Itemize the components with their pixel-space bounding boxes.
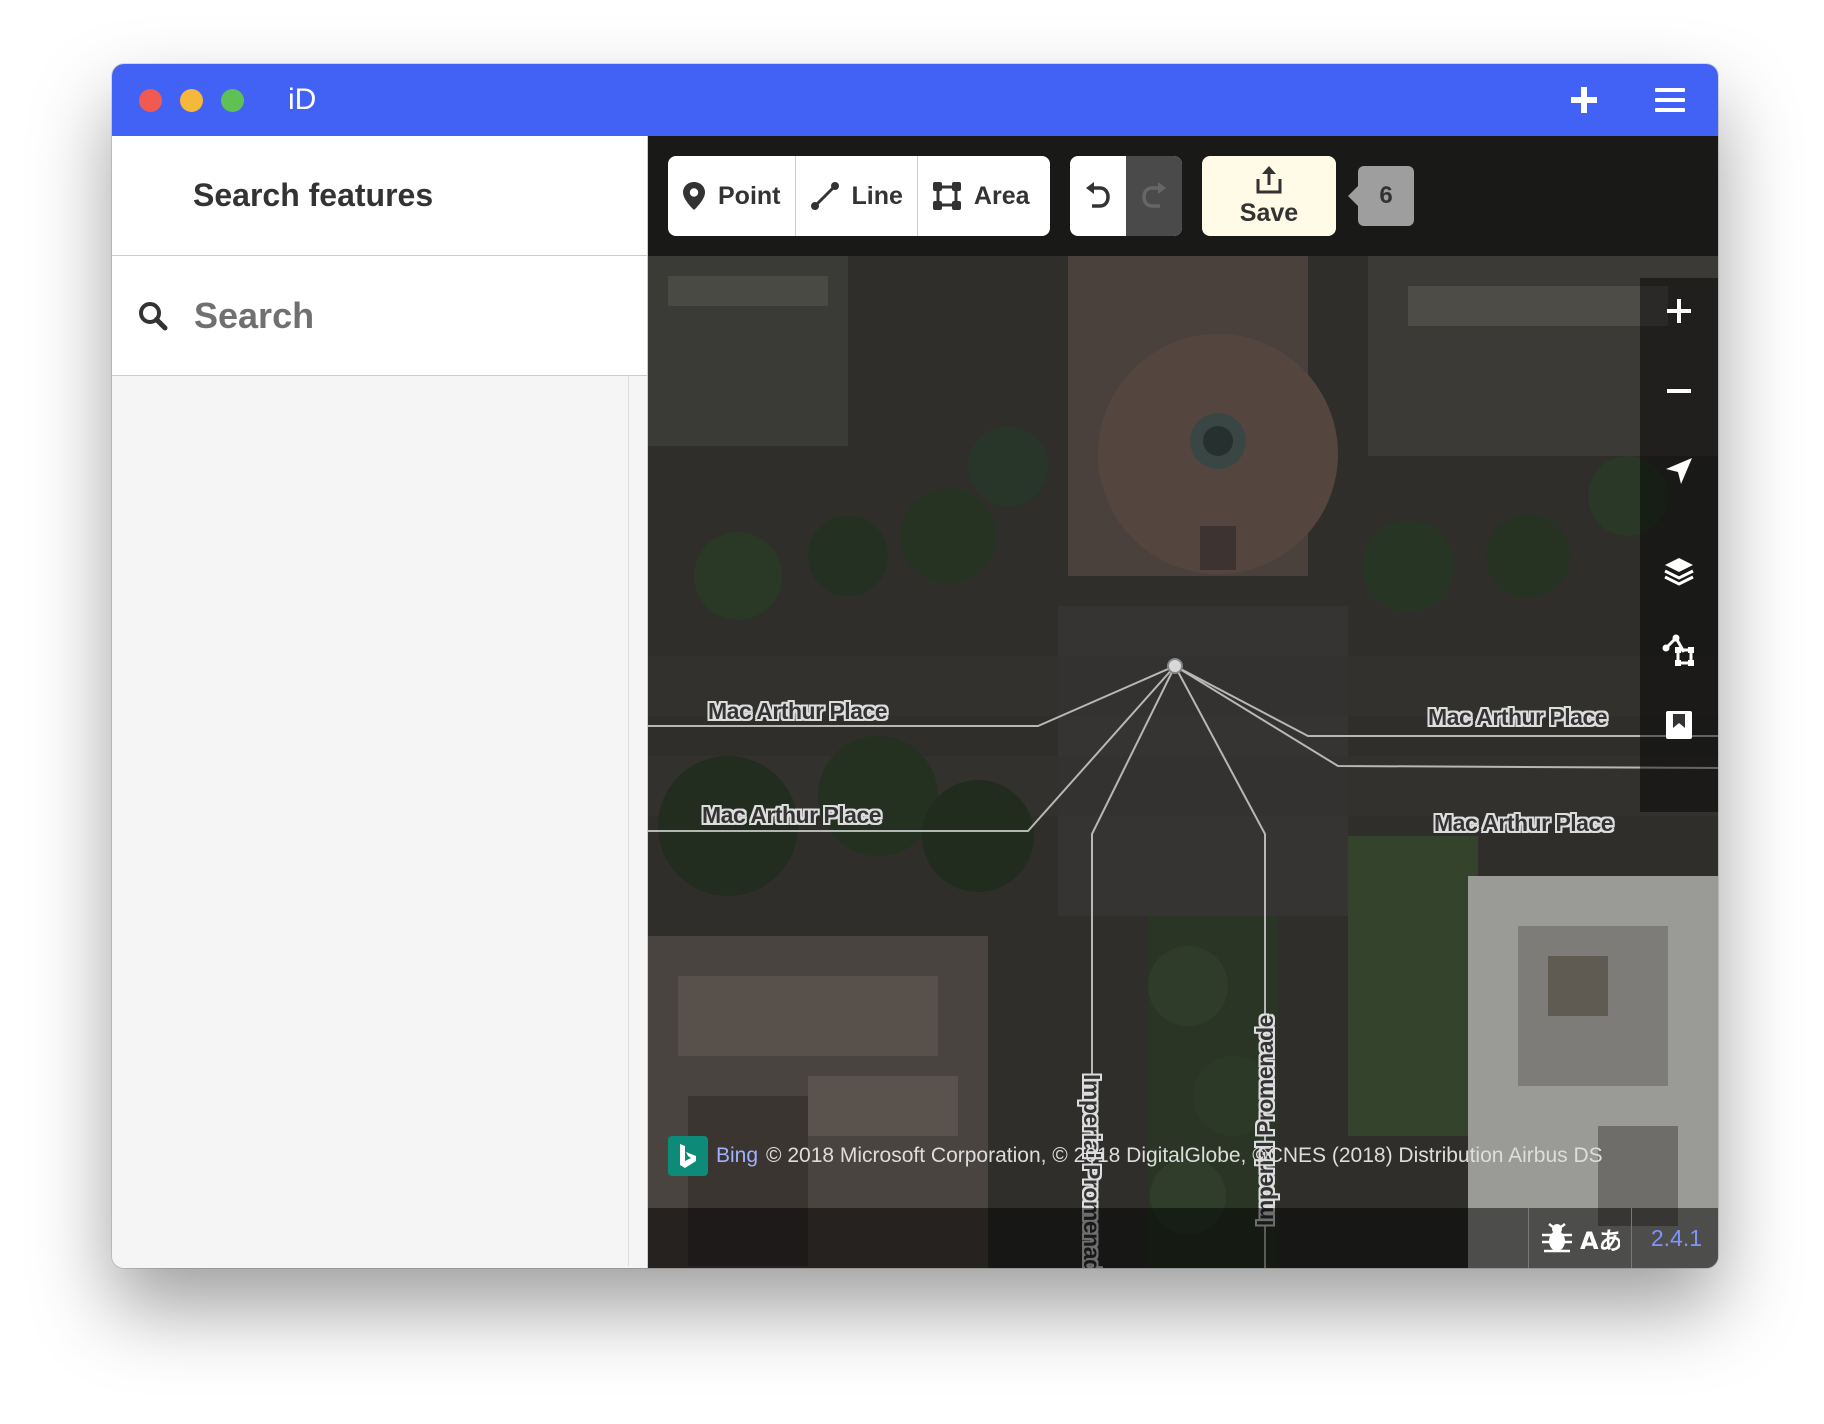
background-settings-button[interactable]: [1652, 544, 1706, 598]
add-area-label: Area: [973, 181, 1030, 210]
location-arrow-icon: [1666, 458, 1692, 484]
map-view[interactable]: Mac Arthur Place Mac Arthur Place Mac Ar…: [648, 136, 1718, 1268]
help-button[interactable]: [1652, 698, 1706, 752]
app-window: iD Search features Search Mac Arthur Pla…: [112, 64, 1718, 1268]
top-toolbar: Point Line Area Save 6: [648, 136, 1718, 256]
search-input[interactable]: [192, 293, 612, 338]
add-feature-buttons: Point Line Area: [668, 156, 1050, 236]
add-line-button[interactable]: Line: [796, 156, 918, 236]
translate-icon[interactable]: Aあ: [1580, 1223, 1620, 1253]
point-icon: [683, 182, 705, 210]
minus-icon: [1667, 389, 1691, 393]
edit-count-badge: 6: [1348, 166, 1414, 226]
menu-button[interactable]: [1650, 80, 1690, 120]
svg-text:Aあ: Aあ: [1580, 1227, 1620, 1253]
layers-icon: [1664, 558, 1694, 586]
zoom-out-button[interactable]: [1652, 364, 1706, 418]
bing-link[interactable]: Bing: [716, 1144, 758, 1168]
redo-icon: [1142, 182, 1166, 208]
geolocate-button[interactable]: [1652, 444, 1706, 498]
bug-icon[interactable]: [1540, 1223, 1574, 1253]
sidebar: Search features: [112, 136, 648, 1268]
street-label: Mac Arthur Place: [1434, 810, 1614, 836]
undo-button[interactable]: [1070, 156, 1126, 236]
add-point-label: Point: [718, 181, 781, 210]
sidebar-scrollbar[interactable]: [628, 376, 629, 1266]
line-icon: [810, 182, 839, 210]
data-icon: [1662, 634, 1694, 666]
sidebar-header: Search features: [112, 136, 647, 256]
bing-icon: [680, 1144, 696, 1168]
street-label: Imperial Promenade: [1252, 1015, 1278, 1226]
hamburger-icon: [1655, 88, 1685, 112]
map-controls: [1640, 278, 1718, 812]
sidebar-title: Search features: [193, 177, 434, 213]
window-controls: [139, 88, 244, 112]
feature-search-bar: [112, 256, 647, 376]
zoom-in-button[interactable]: [1652, 284, 1706, 338]
sidebar-content: [112, 376, 647, 1266]
attribution-text: © 2018 Microsoft Corporation, © 2018 Dig…: [766, 1144, 1603, 1167]
history-buttons: [1070, 156, 1182, 236]
map-footer: Aあ 2.4.1: [648, 1208, 1718, 1268]
bing-logo[interactable]: [668, 1136, 708, 1176]
add-area-button[interactable]: Area: [918, 156, 1044, 236]
minimize-window-button[interactable]: [180, 88, 203, 112]
help-book-icon: [1666, 711, 1692, 739]
maximize-window-button[interactable]: [221, 88, 244, 112]
search-icon: [139, 301, 168, 330]
save-button[interactable]: Save: [1202, 156, 1336, 236]
undo-icon: [1086, 182, 1110, 208]
close-window-button[interactable]: [139, 88, 162, 112]
title-actions: [1564, 80, 1690, 120]
save-label: Save: [1239, 198, 1299, 227]
street-label: Mac Arthur Place: [1428, 704, 1608, 730]
title-bar: iD: [112, 64, 1718, 136]
plus-icon: [1571, 87, 1597, 113]
street-label: Mac Arthur Place: [708, 698, 888, 724]
add-point-button[interactable]: Point: [668, 156, 796, 236]
area-icon: [932, 182, 961, 210]
add-line-label: Line: [851, 181, 903, 210]
street-label: Mac Arthur Place: [702, 802, 882, 828]
app-title: iD: [288, 83, 317, 116]
upload-icon: [1256, 165, 1282, 193]
map-data-button[interactable]: [1652, 624, 1706, 678]
footer-icons: Aあ: [1528, 1208, 1632, 1268]
imagery-attribution: Bing © 2018 Microsoft Corporation, © 201…: [668, 1136, 1603, 1176]
redo-button[interactable]: [1126, 156, 1182, 236]
plus-icon: [1667, 299, 1691, 323]
new-tab-button[interactable]: [1564, 80, 1604, 120]
version-number[interactable]: 2.4.1: [1651, 1208, 1702, 1268]
